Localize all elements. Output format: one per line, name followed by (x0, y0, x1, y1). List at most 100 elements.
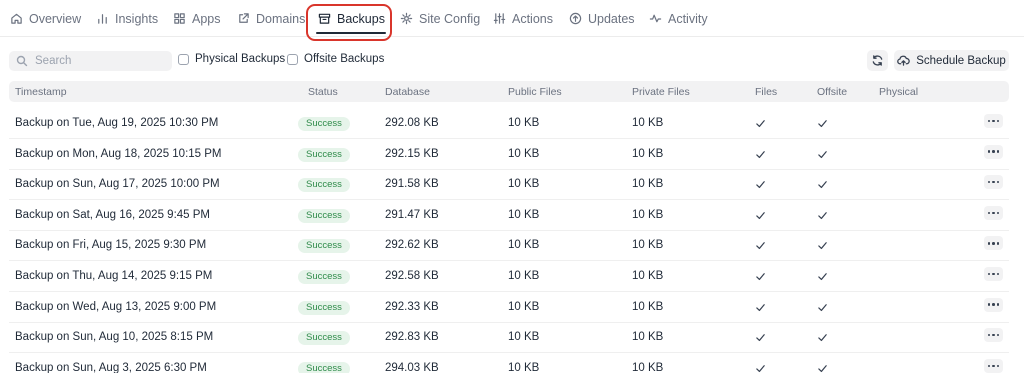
tab-label: Backups (337, 11, 385, 26)
table-row[interactable]: Backup on Sun, Aug 17, 2025 10:00 PM Succ… (9, 170, 1009, 201)
search-input[interactable] (35, 55, 155, 67)
table-header: Timestamp Status Database Public Files P… (9, 81, 1009, 102)
column-header-public-files[interactable]: Public Files (508, 86, 562, 98)
tab-updates[interactable]: Updates (568, 0, 635, 37)
more-dot-icon (987, 303, 991, 306)
public-files-size: 10 KB (508, 361, 540, 373)
table-row[interactable]: Backup on Fri, Aug 15, 2025 9:30 PM Succe… (9, 231, 1009, 262)
offsite-backups-label: Offsite Backups (304, 53, 385, 65)
status-badge: Success (298, 270, 350, 284)
refresh-button[interactable] (867, 50, 888, 71)
public-files-size: 10 KB (508, 117, 540, 129)
row-actions-button[interactable] (984, 114, 1003, 128)
more-dot-icon (992, 242, 995, 245)
physical-backups-label: Physical Backups (195, 53, 286, 65)
more-dot-icon (992, 364, 995, 368)
schedule-backup-button[interactable]: Schedule Backup (894, 50, 1009, 71)
column-header-status[interactable]: Status (308, 86, 338, 98)
more-dot-icon (992, 272, 995, 276)
column-header-database[interactable]: Database (385, 86, 430, 98)
arrow-up-circle-icon (568, 12, 582, 26)
more-dot-icon (996, 303, 1000, 306)
column-header-physical[interactable]: Physical (879, 86, 918, 98)
offsite-check-icon (817, 210, 829, 222)
offsite-backups-filter[interactable]: Offsite Backups (287, 53, 384, 65)
backup-timestamp: Backup on Mon, Aug 18, 2025 10:15 PM (15, 147, 222, 160)
tab-actions[interactable]: Actions (492, 0, 553, 37)
files-check-icon (755, 118, 767, 130)
public-files-size: 10 KB (508, 331, 540, 344)
tab-apps[interactable]: Apps (172, 0, 221, 37)
row-actions-button[interactable] (984, 175, 1003, 190)
row-actions-button[interactable] (984, 328, 1003, 343)
database-size: 292.83 KB (385, 331, 439, 344)
table-row[interactable]: Backup on Wed, Aug 13, 2025 9:00 PM Succe… (9, 293, 1009, 323)
tab-bar: Overview Insights Apps Domains Backups S… (0, 0, 1024, 37)
more-dot-icon (992, 180, 995, 184)
more-dot-icon (992, 119, 995, 123)
tab-insights[interactable]: Insights (95, 0, 158, 37)
row-actions-button[interactable] (984, 358, 1003, 373)
database-size: 292.62 KB (385, 239, 439, 252)
backup-timestamp: Backup on Sun, Aug 3, 2025 6:30 PM (15, 361, 207, 373)
physical-backups-filter[interactable]: Physical Backups (178, 53, 285, 65)
bar-chart-icon (95, 12, 109, 26)
more-dot-icon (987, 180, 991, 184)
more-dot-icon (992, 150, 995, 153)
tab-label: Site Config (419, 11, 481, 26)
files-check-icon (755, 210, 767, 222)
offsite-backups-checkbox[interactable] (287, 53, 298, 65)
search-icon (16, 55, 28, 67)
backup-timestamp: Backup on Sun, Aug 17, 2025 10:00 PM (15, 178, 220, 191)
table-row[interactable]: Backup on Tue, Aug 19, 2025 10:30 PM Succ… (9, 109, 1009, 139)
more-dot-icon (987, 272, 991, 276)
table-row[interactable]: Backup on Mon, Aug 18, 2025 10:15 PM Succ… (9, 140, 1009, 170)
row-actions-button[interactable] (984, 297, 1003, 312)
more-dot-icon (996, 333, 1000, 337)
tab-activity[interactable]: Activity (648, 0, 708, 37)
public-files-size: 10 KB (508, 270, 540, 282)
gear-icon (399, 12, 413, 26)
tab-domains[interactable]: Domains (236, 0, 305, 37)
search-box[interactable] (9, 51, 172, 71)
tab-label: Apps (192, 11, 221, 26)
activity-icon (648, 12, 662, 26)
row-actions-button[interactable] (984, 144, 1003, 159)
tab-backups[interactable]: Backups (311, 0, 391, 37)
tab-site-config[interactable]: Site Config (399, 0, 480, 37)
more-dot-icon (992, 303, 995, 306)
row-actions-button[interactable] (984, 267, 1003, 281)
status-badge: Success (298, 117, 350, 131)
private-files-size: 10 KB (632, 239, 664, 252)
column-header-timestamp[interactable]: Timestamp (15, 86, 67, 98)
offsite-check-icon (817, 118, 829, 130)
private-files-size: 10 KB (632, 117, 664, 129)
database-size: 292.15 KB (385, 147, 439, 160)
column-header-private-files[interactable]: Private Files (632, 86, 690, 98)
more-dot-icon (987, 119, 991, 123)
column-header-files[interactable]: Files (755, 86, 777, 98)
public-files-size: 10 KB (508, 147, 540, 160)
archive-icon (317, 12, 331, 26)
home-icon (9, 12, 23, 26)
sliders-icon (492, 12, 506, 26)
more-dot-icon (987, 364, 991, 368)
tab-overview[interactable]: Overview (9, 0, 81, 37)
table-row[interactable]: Backup on Sun, Aug 3, 2025 6:30 PM Succes… (9, 354, 1009, 373)
private-files-size: 10 KB (632, 361, 664, 373)
table-row[interactable]: Backup on Sat, Aug 16, 2025 9:45 PM Succe… (9, 201, 1009, 231)
physical-backups-checkbox[interactable] (178, 53, 189, 65)
column-header-offsite[interactable]: Offsite (817, 86, 847, 98)
backup-timestamp: Backup on Sun, Aug 10, 2025 8:15 PM (15, 331, 214, 344)
status-badge: Success (298, 147, 350, 162)
files-check-icon (755, 302, 767, 314)
table-row[interactable]: Backup on Thu, Aug 14, 2025 9:15 PM Succe… (9, 262, 1009, 292)
row-actions-button[interactable] (984, 205, 1003, 220)
grid-icon (172, 12, 186, 26)
private-files-size: 10 KB (632, 147, 664, 160)
row-actions-button[interactable] (984, 236, 1003, 251)
table-row[interactable]: Backup on Sun, Aug 10, 2025 8:15 PM Succe… (9, 323, 1009, 354)
more-dot-icon (987, 211, 991, 215)
private-files-size: 10 KB (632, 208, 664, 221)
status-badge: Success (298, 331, 350, 346)
